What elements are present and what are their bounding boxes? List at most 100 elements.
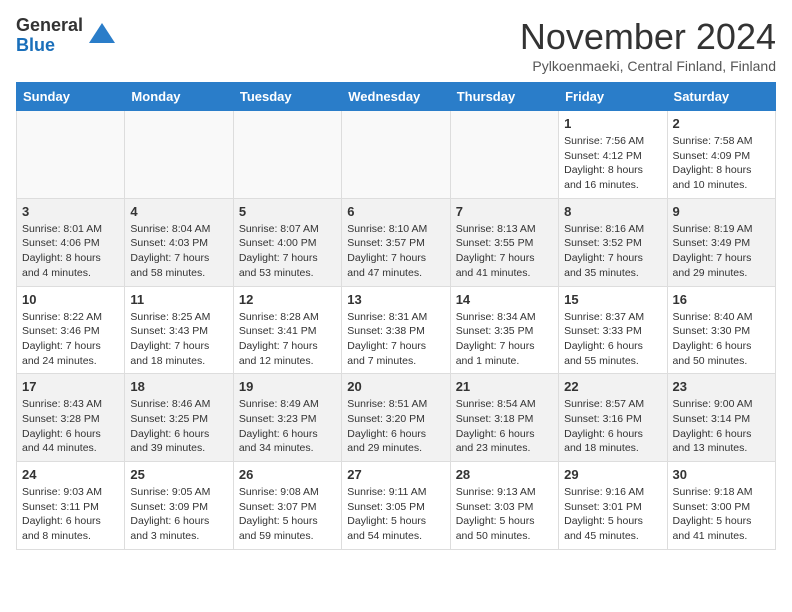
day-number: 13 bbox=[347, 292, 444, 307]
logo: General Blue bbox=[16, 16, 117, 56]
calendar-cell: 12Sunrise: 8:28 AMSunset: 3:41 PMDayligh… bbox=[233, 286, 341, 374]
calendar-cell: 9 Sunrise: 8:19 AMSunset: 3:49 PMDaylight… bbox=[667, 198, 775, 286]
day-number: 14 bbox=[456, 292, 553, 307]
day-info: Sunrise: 8:13 AMSunset: 3:55 PMDaylight:… bbox=[456, 222, 553, 281]
calendar-cell: 17 Sunrise: 8:43 AMSunset: 3:28 PMDayligh… bbox=[17, 374, 125, 462]
day-info: Sunrise: 7:56 AMSunset: 4:12 PMDaylight:… bbox=[564, 134, 661, 193]
day-number: 3 bbox=[22, 204, 119, 219]
day-info: Sunrise: 8:43 AMSunset: 3:28 PMDaylight:… bbox=[22, 397, 119, 456]
day-number: 28 bbox=[456, 467, 553, 482]
day-number: 11 bbox=[130, 292, 227, 307]
col-header-wednesday: Wednesday bbox=[342, 83, 450, 111]
day-number: 21 bbox=[456, 379, 553, 394]
day-info: Sunrise: 8:57 AMSunset: 3:16 PMDaylight:… bbox=[564, 397, 661, 456]
day-number: 17 bbox=[22, 379, 119, 394]
logo-icon bbox=[87, 21, 117, 51]
day-info: Sunrise: 8:31 AMSunset: 3:38 PMDaylight:… bbox=[347, 310, 444, 369]
day-info: Sunrise: 8:25 AMSunset: 3:43 PMDaylight:… bbox=[130, 310, 227, 369]
col-header-saturday: Saturday bbox=[667, 83, 775, 111]
day-info: Sunrise: 8:34 AMSunset: 3:35 PMDaylight:… bbox=[456, 310, 553, 369]
day-info: Sunrise: 8:07 AMSunset: 4:00 PMDaylight:… bbox=[239, 222, 336, 281]
calendar-cell: 20 Sunrise: 8:51 AMSunset: 3:20 PMDayligh… bbox=[342, 374, 450, 462]
calendar-cell: 10 Sunrise: 8:22 AMSunset: 3:46 PMDayligh… bbox=[17, 286, 125, 374]
calendar-cell: 2 Sunrise: 7:58 AMSunset: 4:09 PMDaylight… bbox=[667, 111, 775, 199]
day-number: 7 bbox=[456, 204, 553, 219]
day-info: Sunrise: 8:01 AMSunset: 4:06 PMDaylight:… bbox=[22, 222, 119, 281]
title-block: November 2024 Pylkoenmaeki, Central Finl… bbox=[520, 16, 776, 74]
calendar-cell: 15 Sunrise: 8:37 AMSunset: 3:33 PMDayligh… bbox=[559, 286, 667, 374]
day-info: Sunrise: 9:05 AMSunset: 3:09 PMDaylight:… bbox=[130, 485, 227, 544]
day-number: 1 bbox=[564, 116, 661, 131]
day-info: Sunrise: 9:16 AMSunset: 3:01 PMDaylight:… bbox=[564, 485, 661, 544]
calendar-cell: 6 Sunrise: 8:10 AMSunset: 3:57 PMDaylight… bbox=[342, 198, 450, 286]
calendar-cell: 4 Sunrise: 8:04 AMSunset: 4:03 PMDaylight… bbox=[125, 198, 233, 286]
day-number: 2 bbox=[673, 116, 770, 131]
day-info: Sunrise: 8:37 AMSunset: 3:33 PMDaylight:… bbox=[564, 310, 661, 369]
day-number: 4 bbox=[130, 204, 227, 219]
col-header-monday: Monday bbox=[125, 83, 233, 111]
day-info: Sunrise: 8:19 AMSunset: 3:49 PMDaylight:… bbox=[673, 222, 770, 281]
calendar-cell: 14 Sunrise: 8:34 AMSunset: 3:35 PMDayligh… bbox=[450, 286, 558, 374]
calendar-cell: 16 Sunrise: 8:40 AMSunset: 3:30 PMDayligh… bbox=[667, 286, 775, 374]
day-info: Sunrise: 9:00 AMSunset: 3:14 PMDaylight:… bbox=[673, 397, 770, 456]
logo-blue: Blue bbox=[16, 36, 83, 56]
week-row-1: 1 Sunrise: 7:56 AMSunset: 4:12 PMDaylight… bbox=[17, 111, 776, 199]
day-info: Sunrise: 9:18 AMSunset: 3:00 PMDaylight:… bbox=[673, 485, 770, 544]
calendar-cell bbox=[17, 111, 125, 199]
calendar-cell: 19 Sunrise: 8:49 AMSunset: 3:23 PMDayligh… bbox=[233, 374, 341, 462]
day-info: Sunrise: 8:49 AMSunset: 3:23 PMDaylight:… bbox=[239, 397, 336, 456]
day-info: Sunrise: 8:46 AMSunset: 3:25 PMDaylight:… bbox=[130, 397, 227, 456]
day-info: Sunrise: 9:13 AMSunset: 3:03 PMDaylight:… bbox=[456, 485, 553, 544]
day-info: Sunrise: 8:22 AMSunset: 3:46 PMDaylight:… bbox=[22, 310, 119, 369]
calendar-cell: 26Sunrise: 9:08 AMSunset: 3:07 PMDayligh… bbox=[233, 462, 341, 550]
calendar-cell: 24Sunrise: 9:03 AMSunset: 3:11 PMDayligh… bbox=[17, 462, 125, 550]
logo-general: General bbox=[16, 16, 83, 36]
day-number: 16 bbox=[673, 292, 770, 307]
calendar-cell bbox=[450, 111, 558, 199]
week-row-3: 10 Sunrise: 8:22 AMSunset: 3:46 PMDayligh… bbox=[17, 286, 776, 374]
day-number: 10 bbox=[22, 292, 119, 307]
calendar-cell: 3 Sunrise: 8:01 AMSunset: 4:06 PMDaylight… bbox=[17, 198, 125, 286]
month-title: November 2024 bbox=[520, 16, 776, 58]
day-info: Sunrise: 8:28 AMSunset: 3:41 PMDaylight:… bbox=[239, 310, 336, 369]
week-row-4: 17 Sunrise: 8:43 AMSunset: 3:28 PMDayligh… bbox=[17, 374, 776, 462]
calendar-table: SundayMondayTuesdayWednesdayThursdayFrid… bbox=[16, 82, 776, 550]
day-number: 23 bbox=[673, 379, 770, 394]
day-number: 9 bbox=[673, 204, 770, 219]
col-header-friday: Friday bbox=[559, 83, 667, 111]
day-number: 5 bbox=[239, 204, 336, 219]
day-number: 20 bbox=[347, 379, 444, 394]
calendar-cell bbox=[342, 111, 450, 199]
calendar-cell: 25 Sunrise: 9:05 AMSunset: 3:09 PMDayligh… bbox=[125, 462, 233, 550]
calendar-cell bbox=[125, 111, 233, 199]
calendar-cell: 30Sunrise: 9:18 AMSunset: 3:00 PMDayligh… bbox=[667, 462, 775, 550]
calendar-cell: 21 Sunrise: 8:54 AMSunset: 3:18 PMDayligh… bbox=[450, 374, 558, 462]
day-number: 18 bbox=[130, 379, 227, 394]
day-info: Sunrise: 9:03 AMSunset: 3:11 PMDaylight:… bbox=[22, 485, 119, 544]
day-info: Sunrise: 8:10 AMSunset: 3:57 PMDaylight:… bbox=[347, 222, 444, 281]
day-info: Sunrise: 8:04 AMSunset: 4:03 PMDaylight:… bbox=[130, 222, 227, 281]
day-number: 26 bbox=[239, 467, 336, 482]
calendar-cell: 8Sunrise: 8:16 AMSunset: 3:52 PMDaylight… bbox=[559, 198, 667, 286]
page-header: General Blue November 2024 Pylkoenmaeki,… bbox=[16, 16, 776, 74]
calendar-cell: 7 Sunrise: 8:13 AMSunset: 3:55 PMDaylight… bbox=[450, 198, 558, 286]
day-number: 22 bbox=[564, 379, 661, 394]
day-number: 27 bbox=[347, 467, 444, 482]
day-number: 19 bbox=[239, 379, 336, 394]
day-number: 6 bbox=[347, 204, 444, 219]
calendar-cell: 23 Sunrise: 9:00 AMSunset: 3:14 PMDayligh… bbox=[667, 374, 775, 462]
location-subtitle: Pylkoenmaeki, Central Finland, Finland bbox=[520, 58, 776, 74]
day-info: Sunrise: 9:11 AMSunset: 3:05 PMDaylight:… bbox=[347, 485, 444, 544]
day-info: Sunrise: 8:51 AMSunset: 3:20 PMDaylight:… bbox=[347, 397, 444, 456]
week-row-2: 3 Sunrise: 8:01 AMSunset: 4:06 PMDaylight… bbox=[17, 198, 776, 286]
day-info: Sunrise: 8:54 AMSunset: 3:18 PMDaylight:… bbox=[456, 397, 553, 456]
calendar-cell: 29Sunrise: 9:16 AMSunset: 3:01 PMDayligh… bbox=[559, 462, 667, 550]
col-header-sunday: Sunday bbox=[17, 83, 125, 111]
day-number: 15 bbox=[564, 292, 661, 307]
calendar-cell: 11 Sunrise: 8:25 AMSunset: 3:43 PMDayligh… bbox=[125, 286, 233, 374]
day-info: Sunrise: 8:40 AMSunset: 3:30 PMDaylight:… bbox=[673, 310, 770, 369]
day-info: Sunrise: 7:58 AMSunset: 4:09 PMDaylight:… bbox=[673, 134, 770, 193]
calendar-cell: 5 Sunrise: 8:07 AMSunset: 4:00 PMDaylight… bbox=[233, 198, 341, 286]
day-number: 25 bbox=[130, 467, 227, 482]
calendar-cell: 27 Sunrise: 9:11 AMSunset: 3:05 PMDayligh… bbox=[342, 462, 450, 550]
